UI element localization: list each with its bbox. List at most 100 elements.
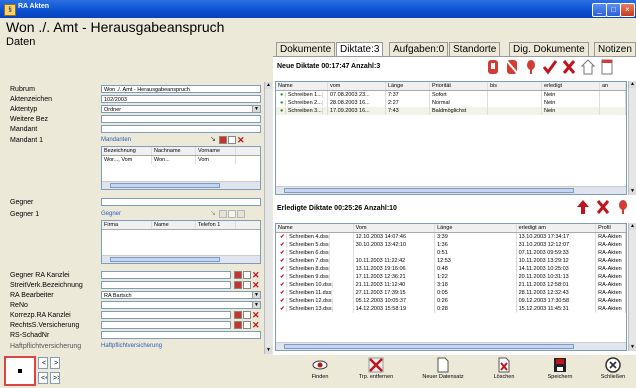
tab-aufgaben[interactable]: Aufgaben:0 <box>389 42 449 57</box>
chevron-down-icon[interactable]: ▼ <box>252 302 260 308</box>
col-erledigt[interactable]: erledigt <box>542 82 600 90</box>
table-row[interactable]: ✔ Schreiben 7.dss 10.11.2003 11:22:42 12:5… <box>276 257 626 265</box>
delete-icon[interactable]: ✕ <box>252 271 260 280</box>
new-icon[interactable] <box>228 210 236 218</box>
new-icon[interactable] <box>243 321 251 329</box>
edit-icon[interactable] <box>219 136 227 144</box>
col-laenge[interactable]: Länge <box>435 224 517 232</box>
new-icon[interactable] <box>243 281 251 289</box>
last-record-button[interactable]: >> <box>50 372 60 384</box>
table-row[interactable]: ✔ Schreiben 5.dss 30.10.2003 13:42:10 1:36… <box>276 241 626 249</box>
next-record-button[interactable]: > <box>50 357 60 369</box>
neue-scrollbar[interactable]: ▲ ▼ <box>628 81 636 195</box>
rabearbeiter-select[interactable]: RA Bartsch ▼ <box>101 291 261 299</box>
tab-standorte[interactable]: Standorte <box>449 42 501 57</box>
rs-field[interactable] <box>101 331 261 339</box>
home-icon[interactable] <box>581 59 595 75</box>
horizontal-scrollbar[interactable] <box>102 181 260 189</box>
delete-icon[interactable]: ✕ <box>252 321 260 330</box>
weitere-field[interactable] <box>101 115 261 123</box>
neue-diktate-grid[interactable]: Name vom Länge Priorität bis erledigt an… <box>275 81 627 195</box>
col-prioritaet[interactable]: Priorität <box>430 82 488 90</box>
loeschen-button[interactable]: Löschen <box>481 355 527 387</box>
erledigte-diktate-grid[interactable]: Name Vom Länge erledigt am Profil ✔ Schr… <box>275 223 627 351</box>
col-erledigt-am[interactable]: erledigt am <box>517 224 597 232</box>
new-icon[interactable] <box>243 271 251 279</box>
horizontal-scrollbar[interactable] <box>102 255 260 263</box>
col-vorname[interactable]: Vorname <box>196 147 236 155</box>
table-row[interactable]: Wor..., Vom Won... Vom <box>102 156 260 164</box>
new-icon[interactable] <box>228 136 236 144</box>
table-row[interactable]: ✔ Schreiben 10.dss 21.11.2003 11:12:40 3:1… <box>276 281 626 289</box>
reno-select[interactable]: ▼ <box>101 301 261 309</box>
tab-diktate[interactable]: Diktate:3 <box>336 42 384 57</box>
col-name[interactable]: Name <box>152 221 196 229</box>
delete-icon[interactable] <box>237 210 245 218</box>
form-scrollbar[interactable]: ▲ ▼ <box>264 82 272 354</box>
col-bezeichnung[interactable]: Bezeichnung <box>102 147 152 155</box>
col-telefon[interactable]: Telefon 1 <box>196 221 236 229</box>
erledigte-scrollbar[interactable]: ▲ ▼ <box>628 223 636 351</box>
prev-record-button[interactable]: < <box>38 357 48 369</box>
chevron-down-icon[interactable]: ▼ <box>252 106 260 112</box>
gegner-ra-field[interactable] <box>101 271 231 279</box>
scroll-up-icon[interactable]: ▲ <box>629 81 636 88</box>
col-nachname[interactable]: Nachname <box>152 147 196 155</box>
schliessen-button[interactable]: Schließen <box>590 355 636 387</box>
tab-dokumente[interactable]: Dokumente <box>276 42 336 57</box>
table-row[interactable]: ● Schreiben 2... 28.08.2003 16... 2:27 N… <box>276 99 626 107</box>
maximize-button[interactable]: □ <box>606 3 621 17</box>
col-vom[interactable]: Vom <box>354 224 436 232</box>
edit-icon[interactable] <box>234 271 242 279</box>
mute-icon[interactable] <box>505 59 519 75</box>
col-vom[interactable]: vom <box>328 82 386 90</box>
streitverk-field[interactable] <box>101 281 231 289</box>
col-bis[interactable]: bis <box>488 82 542 90</box>
microphone-icon[interactable] <box>524 59 538 75</box>
table-row[interactable]: ✔ Schreiben 8.dss 13.11.2003 19:16:06 0:48… <box>276 265 626 273</box>
col-name[interactable]: Name <box>276 82 328 90</box>
delete-x-icon[interactable] <box>596 199 610 215</box>
record-icon[interactable] <box>486 59 500 75</box>
table-row[interactable]: ✔ Schreiben 9.dss 17.11.2003 12:36:21 1:22… <box>276 273 626 281</box>
scroll-up-icon[interactable]: ▲ <box>265 82 272 89</box>
scroll-up-icon[interactable]: ▲ <box>629 223 636 230</box>
mandant-field[interactable] <box>101 125 261 133</box>
table-row[interactable]: ● Schreiben 1... 07.08.2003 23... 7:37 S… <box>276 91 626 99</box>
aktentyp-select[interactable]: Ordner ▼ <box>101 105 261 113</box>
tab-notizen[interactable]: Notizen <box>594 42 636 57</box>
arrow-up-icon[interactable] <box>576 199 590 215</box>
col-laenge[interactable]: Länge <box>386 82 430 90</box>
speichern-button[interactable]: Speichern <box>537 355 583 387</box>
col-firma[interactable]: Firma <box>102 221 152 229</box>
korrezp-field[interactable] <box>101 311 231 319</box>
table-row[interactable]: ✔ Schreiben 11.dss 27.11.2003 17:39:15 0:0… <box>276 289 626 297</box>
aktenzeichen-field[interactable]: 102/2003 <box>101 95 261 103</box>
delete-x-icon[interactable] <box>562 59 576 75</box>
scroll-down-icon[interactable]: ▼ <box>265 347 272 354</box>
delete-icon[interactable]: ✕ <box>252 281 260 290</box>
scroll-down-icon[interactable]: ▼ <box>629 188 636 195</box>
col-profil[interactable]: Profil <box>596 224 626 232</box>
neuer-datensatz-button[interactable]: Neuer Datensatz <box>420 355 466 387</box>
new-icon[interactable] <box>243 311 251 319</box>
delete-icon[interactable]: ✕ <box>237 136 245 145</box>
col-name[interactable]: Name <box>276 224 354 232</box>
col-an[interactable]: an <box>600 82 626 90</box>
horizontal-scrollbar[interactable] <box>276 186 626 194</box>
gegner-field[interactable] <box>101 198 261 206</box>
rubrum-field[interactable]: Won ./. Amt - Herausgabeanspruch <box>101 85 261 93</box>
table-row[interactable]: ✔ Schreiben 13.dss 14.12.2003 15:58:19 0:2… <box>276 305 626 313</box>
table-row[interactable]: ✔ Schreiben 4.dss 12.10.2003 14:07:46 3:39… <box>276 233 626 241</box>
table-row[interactable]: ✔ Schreiben 6.dss 0:51 07.11.2003 09:59:33… <box>276 249 626 257</box>
edit-icon[interactable] <box>234 281 242 289</box>
minimize-button[interactable]: _ <box>592 3 607 17</box>
chevron-down-icon[interactable]: ▼ <box>252 292 260 298</box>
trp-entfernen-button[interactable]: Trp. entfernen <box>353 355 399 387</box>
first-record-button[interactable]: << <box>38 372 48 384</box>
scroll-down-icon[interactable]: ▼ <box>629 344 636 351</box>
gegner-grid[interactable]: Firma Name Telefon 1 <box>101 220 261 264</box>
delete-icon[interactable]: ✕ <box>252 311 260 320</box>
edit-icon[interactable] <box>234 321 242 329</box>
edit-icon[interactable] <box>234 311 242 319</box>
